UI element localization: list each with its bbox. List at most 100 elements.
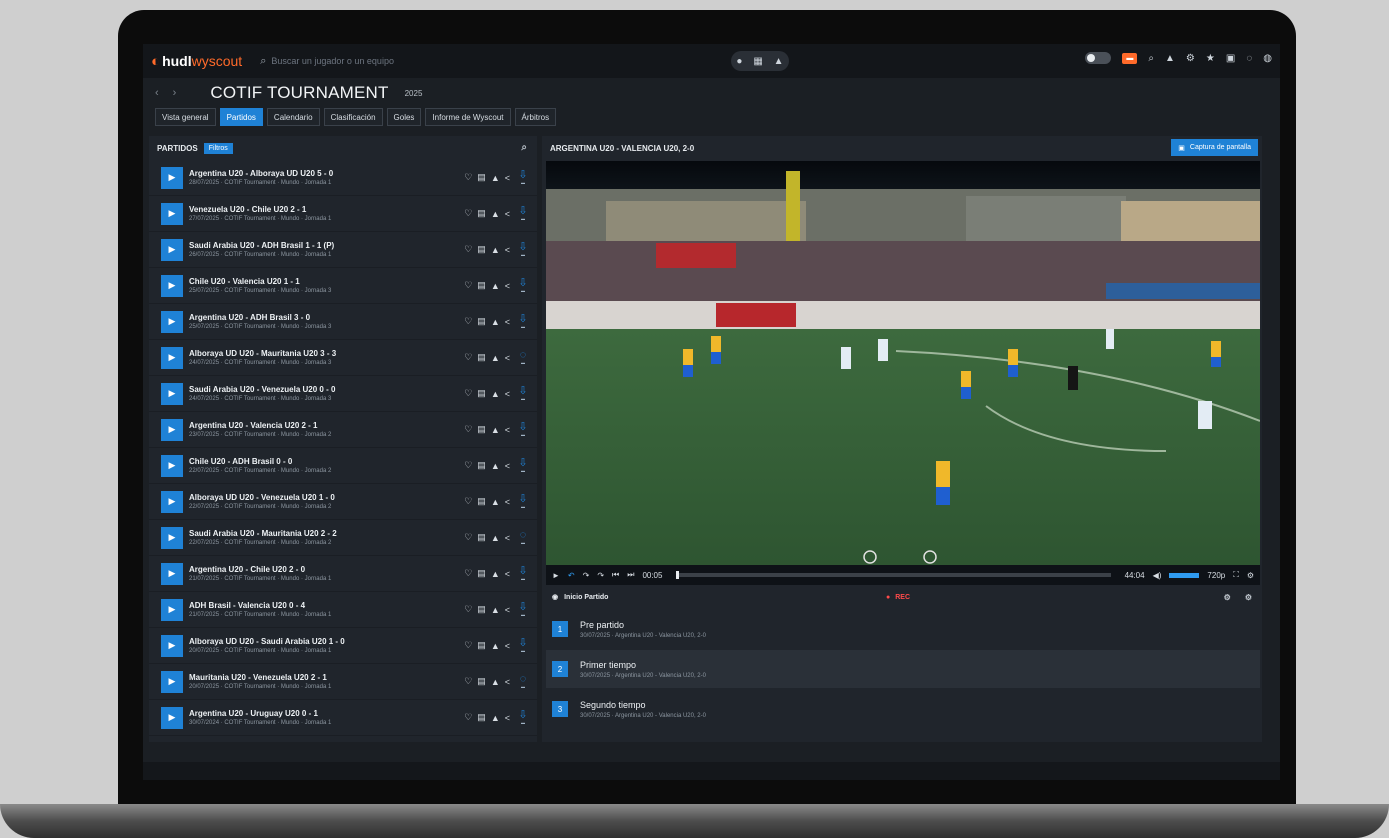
favorite-icon[interactable]: ♡ — [464, 460, 472, 471]
event-row[interactable]: 2 Primer tiempo 30/07/2025 · Argentina U20… — [546, 650, 1260, 688]
match-row[interactable]: ▶ ADH Brasil - Valencia U20 0 - 4 21/07/20… — [149, 592, 537, 628]
user-menu-icon[interactable]: ◍ — [1263, 53, 1272, 64]
filters-button[interactable]: Filtros — [203, 142, 233, 154]
pending-download-icon[interactable]: ◌ ▬ — [515, 530, 531, 546]
match-row[interactable]: ▶ Argentina U20 - Chile U20 2 - 0 21/07/20… — [149, 556, 537, 592]
alert-icon[interactable]: ▲ — [491, 245, 500, 255]
match-row[interactable]: ▶ Chile U20 - Valencia U20 1 - 1 25/07/202… — [149, 268, 537, 304]
download-icon[interactable]: ⇩ ▬ — [515, 710, 531, 726]
favorite-icon[interactable]: ♡ — [464, 316, 472, 327]
alert-icon[interactable]: ▲ — [491, 389, 500, 399]
match-row[interactable]: ▶ Saudi Arabia U20 - ADH Brasil 1 - 1 (P)… — [149, 232, 537, 268]
rewind-icon[interactable]: ↶ — [568, 571, 575, 580]
plan-badge-icon[interactable]: ▬ — [1122, 52, 1138, 64]
share-icon[interactable]: < — [505, 209, 510, 219]
download-icon[interactable]: ⇩ ▬ — [515, 422, 531, 438]
favorite-icon[interactable]: ♡ — [464, 496, 472, 507]
share-icon[interactable]: < — [505, 461, 510, 471]
favorite-icon[interactable]: ♡ — [464, 424, 472, 435]
video-progress-bar[interactable] — [676, 571, 1111, 579]
download-icon[interactable]: ⇩ ▬ — [515, 278, 531, 294]
pending-download-icon[interactable]: ◌ ▬ — [515, 350, 531, 366]
report-icon[interactable]: ▤ — [477, 532, 486, 543]
play-match-button[interactable]: ▶ — [161, 346, 183, 369]
match-row[interactable]: ▶ Argentina U20 - Valencia U20 2 - 1 23/07… — [149, 412, 537, 448]
share-icon[interactable]: < — [505, 173, 510, 183]
alert-icon[interactable]: ▲ — [491, 317, 500, 327]
hudl-wyscout-logo[interactable]: ◐ hudl wyscout — [151, 53, 242, 70]
share-icon[interactable]: < — [505, 569, 510, 579]
favorite-icon[interactable]: ♡ — [464, 568, 472, 579]
report-icon[interactable]: ▤ — [477, 604, 486, 615]
settings-icon[interactable]: ⚙ — [1186, 53, 1195, 64]
share-icon[interactable]: < — [505, 713, 510, 723]
play-match-button[interactable]: ▶ — [161, 166, 183, 189]
share-icon[interactable]: < — [505, 281, 510, 291]
match-row[interactable]: ▶ Saudi Arabia U20 - Mauritania U20 2 - 2… — [149, 520, 537, 556]
tab-3[interactable]: Clasificación — [323, 108, 383, 126]
match-row[interactable]: ▶ Alboraya UD U20 - Venezuela U20 1 - 0 22… — [149, 484, 537, 520]
share-icon[interactable]: < — [505, 317, 510, 327]
alert-icon[interactable]: ▲ — [491, 281, 500, 291]
share-icon[interactable]: < — [505, 389, 510, 399]
alert-icon[interactable]: ▲ — [491, 533, 500, 543]
season-selector[interactable]: 2025 — [405, 89, 423, 98]
play-match-button[interactable]: ▶ — [161, 454, 183, 477]
share-icon[interactable]: < — [505, 425, 510, 435]
previous-icon[interactable]: ⏮ — [612, 570, 619, 580]
share-icon[interactable]: < — [505, 245, 510, 255]
report-icon[interactable]: ▤ — [477, 496, 486, 507]
video-player[interactable] — [546, 161, 1260, 565]
download-icon[interactable]: ⇩ ▬ — [515, 314, 531, 330]
favorite-icon[interactable]: ♡ — [464, 532, 472, 543]
view-switch[interactable]: ● ▦ ▲ — [731, 51, 789, 71]
pending-download-icon[interactable]: ◌ ▬ — [515, 674, 531, 690]
player-view-icon[interactable]: ● — [736, 56, 742, 67]
notifications-icon[interactable]: ▲ — [1165, 53, 1175, 64]
alert-icon[interactable]: ▲ — [491, 713, 500, 723]
events-options-icon[interactable]: ⚙ — [1245, 593, 1252, 602]
favorite-icon[interactable]: ♡ — [464, 172, 472, 183]
share-icon[interactable]: < — [505, 641, 510, 651]
tab-1[interactable]: Partidos — [219, 108, 263, 126]
skip-forward-icon[interactable]: ↷ — [597, 571, 604, 580]
favorite-icon[interactable]: ♡ — [464, 640, 472, 651]
report-icon[interactable]: ▤ — [477, 424, 486, 435]
up-icon[interactable]: ▲ — [774, 56, 784, 67]
match-row[interactable]: ▶ Saudi Arabia U20 - Venezuela U20 0 - 0 2… — [149, 376, 537, 412]
mode-toggle[interactable] — [1085, 52, 1112, 64]
report-icon[interactable]: ▤ — [477, 208, 486, 219]
report-icon[interactable]: ▤ — [477, 388, 486, 399]
play-match-button[interactable]: ▶ — [161, 706, 183, 729]
back-arrow-icon[interactable]: ‹ — [155, 87, 159, 99]
share-icon[interactable]: < — [505, 353, 510, 363]
match-row[interactable]: ▶ Argentina U20 - ADH Brasil 3 - 0 25/07/2… — [149, 304, 537, 340]
play-match-button[interactable]: ▶ — [161, 274, 183, 297]
download-icon[interactable]: ⇩ ▬ — [515, 458, 531, 474]
match-row[interactable]: ▶ Argentina U20 - Alboraya UD U20 5 - 0 28… — [149, 160, 537, 196]
search-players-icon[interactable]: ⌕ — [1148, 53, 1154, 64]
volume-slider[interactable] — [1169, 572, 1200, 578]
match-row[interactable]: ▶ Mauritania U20 - Venezuela U20 2 - 1 20/… — [149, 664, 537, 700]
alert-icon[interactable]: ▲ — [491, 569, 500, 579]
play-match-button[interactable]: ▶ — [161, 382, 183, 405]
fullscreen-icon[interactable]: ⛶ — [1233, 570, 1239, 580]
favorite-icon[interactable]: ♡ — [464, 352, 472, 363]
report-icon[interactable]: ▤ — [477, 172, 486, 183]
report-icon[interactable]: ▤ — [477, 316, 486, 327]
settings-video-icon[interactable]: ⚙ — [1247, 571, 1254, 580]
global-search[interactable]: ⌕ Buscar un jugador o un equipo — [260, 51, 460, 71]
share-icon[interactable]: < — [505, 677, 510, 687]
report-icon[interactable]: ▤ — [477, 568, 486, 579]
download-icon[interactable]: ⇩ ▬ — [515, 566, 531, 582]
alert-icon[interactable]: ▲ — [491, 605, 500, 615]
list-search-icon[interactable]: ⌕ — [521, 142, 527, 153]
alert-icon[interactable]: ▲ — [491, 425, 500, 435]
report-icon[interactable]: ▤ — [477, 676, 486, 687]
match-row[interactable]: ▶ Alboraya UD U20 - Saudi Arabia U20 1 - … — [149, 628, 537, 664]
report-icon[interactable]: ▤ — [477, 460, 486, 471]
play-icon[interactable]: ► — [552, 571, 560, 580]
favorite-icon[interactable]: ♡ — [464, 676, 472, 687]
events-settings-icon[interactable]: ⚙ — [1224, 593, 1231, 602]
tab-6[interactable]: Árbitros — [514, 108, 557, 126]
